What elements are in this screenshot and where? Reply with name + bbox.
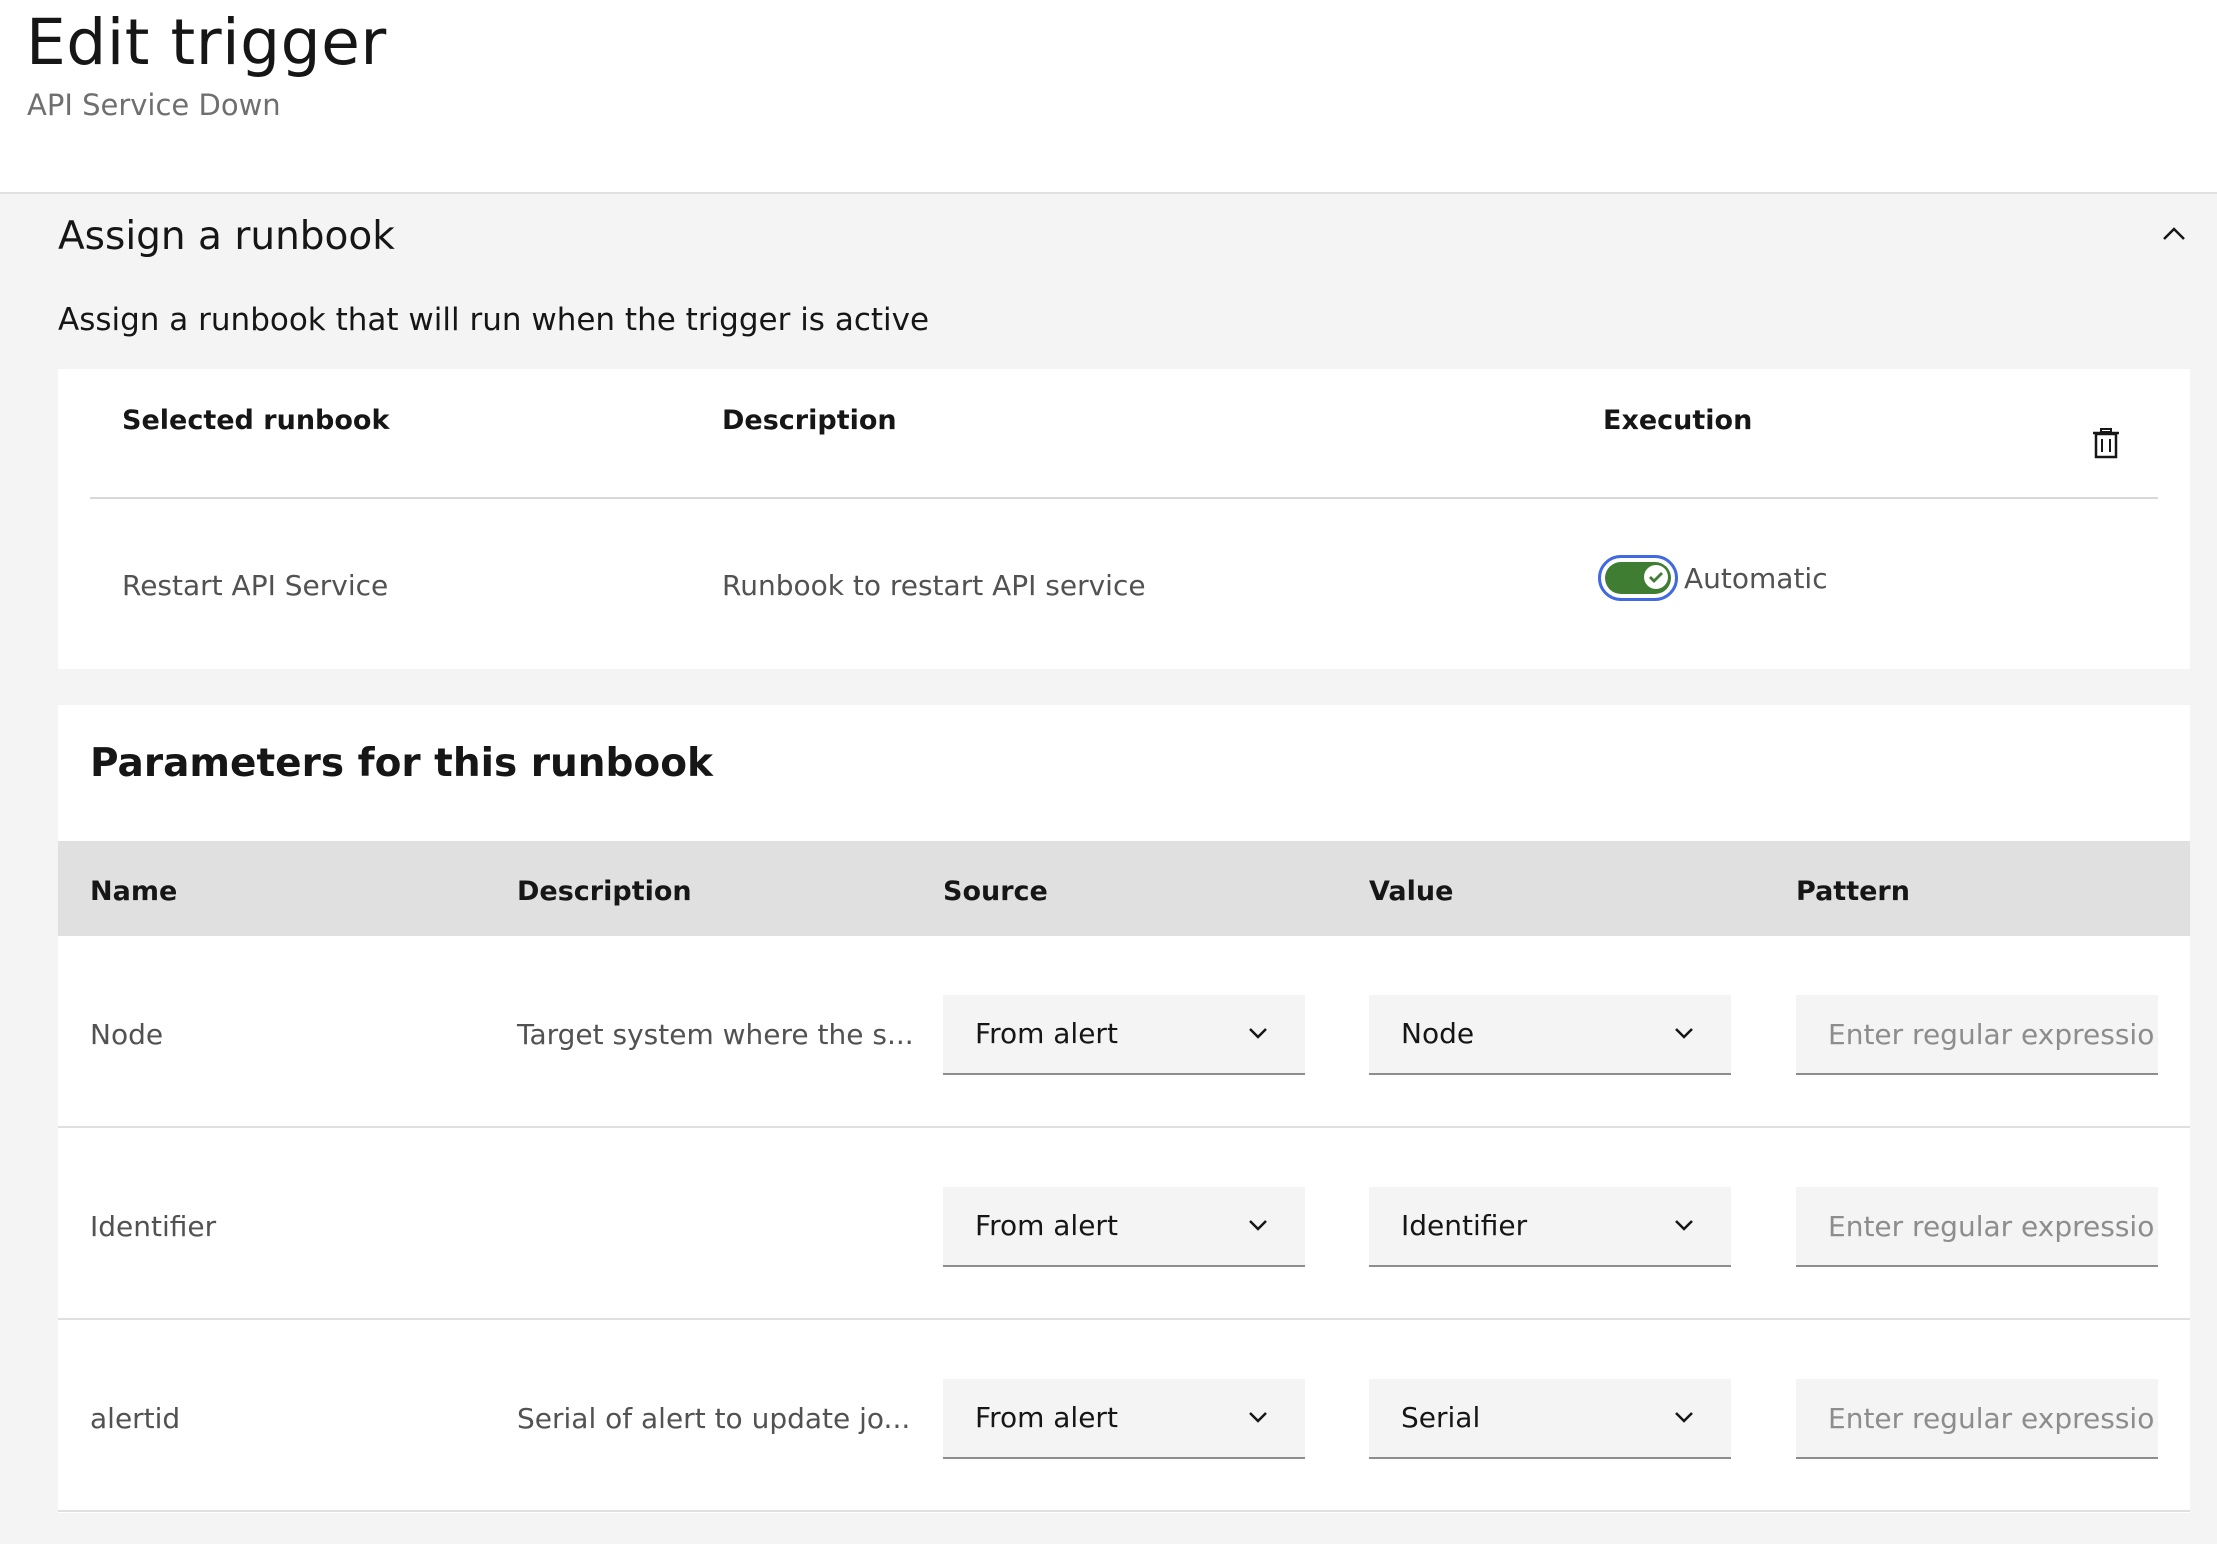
column-header-value: Value	[1369, 876, 1454, 907]
chevron-down-icon	[1675, 1028, 1693, 1039]
parameters-card: Parameters for this runbook Name Descrip…	[58, 705, 2190, 1513]
param-name: Identifier	[90, 1210, 217, 1243]
source-dropdown-value: From alert	[975, 1401, 1118, 1434]
chevron-down-icon	[1249, 1412, 1267, 1423]
column-header-pattern: Pattern	[1796, 876, 1910, 907]
table-row: alertid Serial of alert to update jo... …	[58, 1320, 2190, 1512]
column-header-source: Source	[943, 876, 1048, 907]
chevron-down-icon	[1249, 1220, 1267, 1231]
source-dropdown[interactable]: From alert	[943, 1187, 1305, 1267]
parameters-table-header: Name Description Source Value Pattern	[58, 841, 2190, 936]
chevron-down-icon	[1675, 1220, 1693, 1231]
pattern-input[interactable]	[1796, 1187, 2158, 1267]
accordion-title[interactable]: Assign a runbook	[58, 214, 395, 259]
value-dropdown-value: Serial	[1401, 1401, 1481, 1434]
checkmark-icon	[1649, 572, 1663, 583]
execution-label: Automatic	[1684, 562, 1828, 595]
value-dropdown[interactable]: Node	[1369, 995, 1731, 1075]
pattern-input[interactable]	[1796, 995, 2158, 1075]
toggle-track	[1605, 562, 1671, 594]
runbook-name: Restart API Service	[122, 569, 389, 602]
page-header: Edit trigger API Service Down	[0, 0, 2217, 194]
value-dropdown-value: Identifier	[1401, 1209, 1528, 1242]
chevron-down-icon	[1675, 1412, 1693, 1423]
param-description: Serial of alert to update jo...	[517, 1402, 911, 1435]
page-subtitle: API Service Down	[27, 88, 281, 122]
runbook-description: Runbook to restart API service	[722, 569, 1146, 602]
source-dropdown-value: From alert	[975, 1209, 1118, 1242]
trash-icon[interactable]	[2088, 425, 2124, 461]
value-dropdown[interactable]: Identifier	[1369, 1187, 1731, 1267]
table-row: Identifier From alert Identifier	[58, 1128, 2190, 1320]
section-description: Assign a runbook that will run when the …	[58, 302, 930, 338]
value-dropdown-value: Node	[1401, 1017, 1475, 1050]
page-title: Edit trigger	[26, 6, 387, 79]
chevron-down-icon	[1249, 1028, 1267, 1039]
column-header-description: Description	[722, 405, 897, 436]
toggle-knob	[1644, 565, 1668, 589]
value-dropdown[interactable]: Serial	[1369, 1379, 1731, 1459]
source-dropdown-value: From alert	[975, 1017, 1118, 1050]
source-dropdown[interactable]: From alert	[943, 995, 1305, 1075]
table-row: Node Target system where the s... From a…	[58, 936, 2190, 1128]
column-header-name: Name	[90, 876, 178, 907]
chevron-up-icon[interactable]	[2158, 222, 2190, 246]
column-header-selected-runbook: Selected runbook	[122, 405, 390, 436]
column-header-execution: Execution	[1603, 405, 1753, 436]
column-header-description: Description	[517, 876, 692, 907]
selected-runbook-table: Selected runbook Description Execution R…	[58, 369, 2190, 669]
param-name: alertid	[90, 1402, 181, 1435]
parameters-title: Parameters for this runbook	[90, 741, 713, 786]
param-name: Node	[90, 1018, 164, 1051]
table-divider	[90, 497, 2158, 499]
execution-toggle[interactable]	[1598, 555, 1678, 601]
pattern-input[interactable]	[1796, 1379, 2158, 1459]
param-description: Target system where the s...	[517, 1018, 914, 1051]
source-dropdown[interactable]: From alert	[943, 1379, 1305, 1459]
